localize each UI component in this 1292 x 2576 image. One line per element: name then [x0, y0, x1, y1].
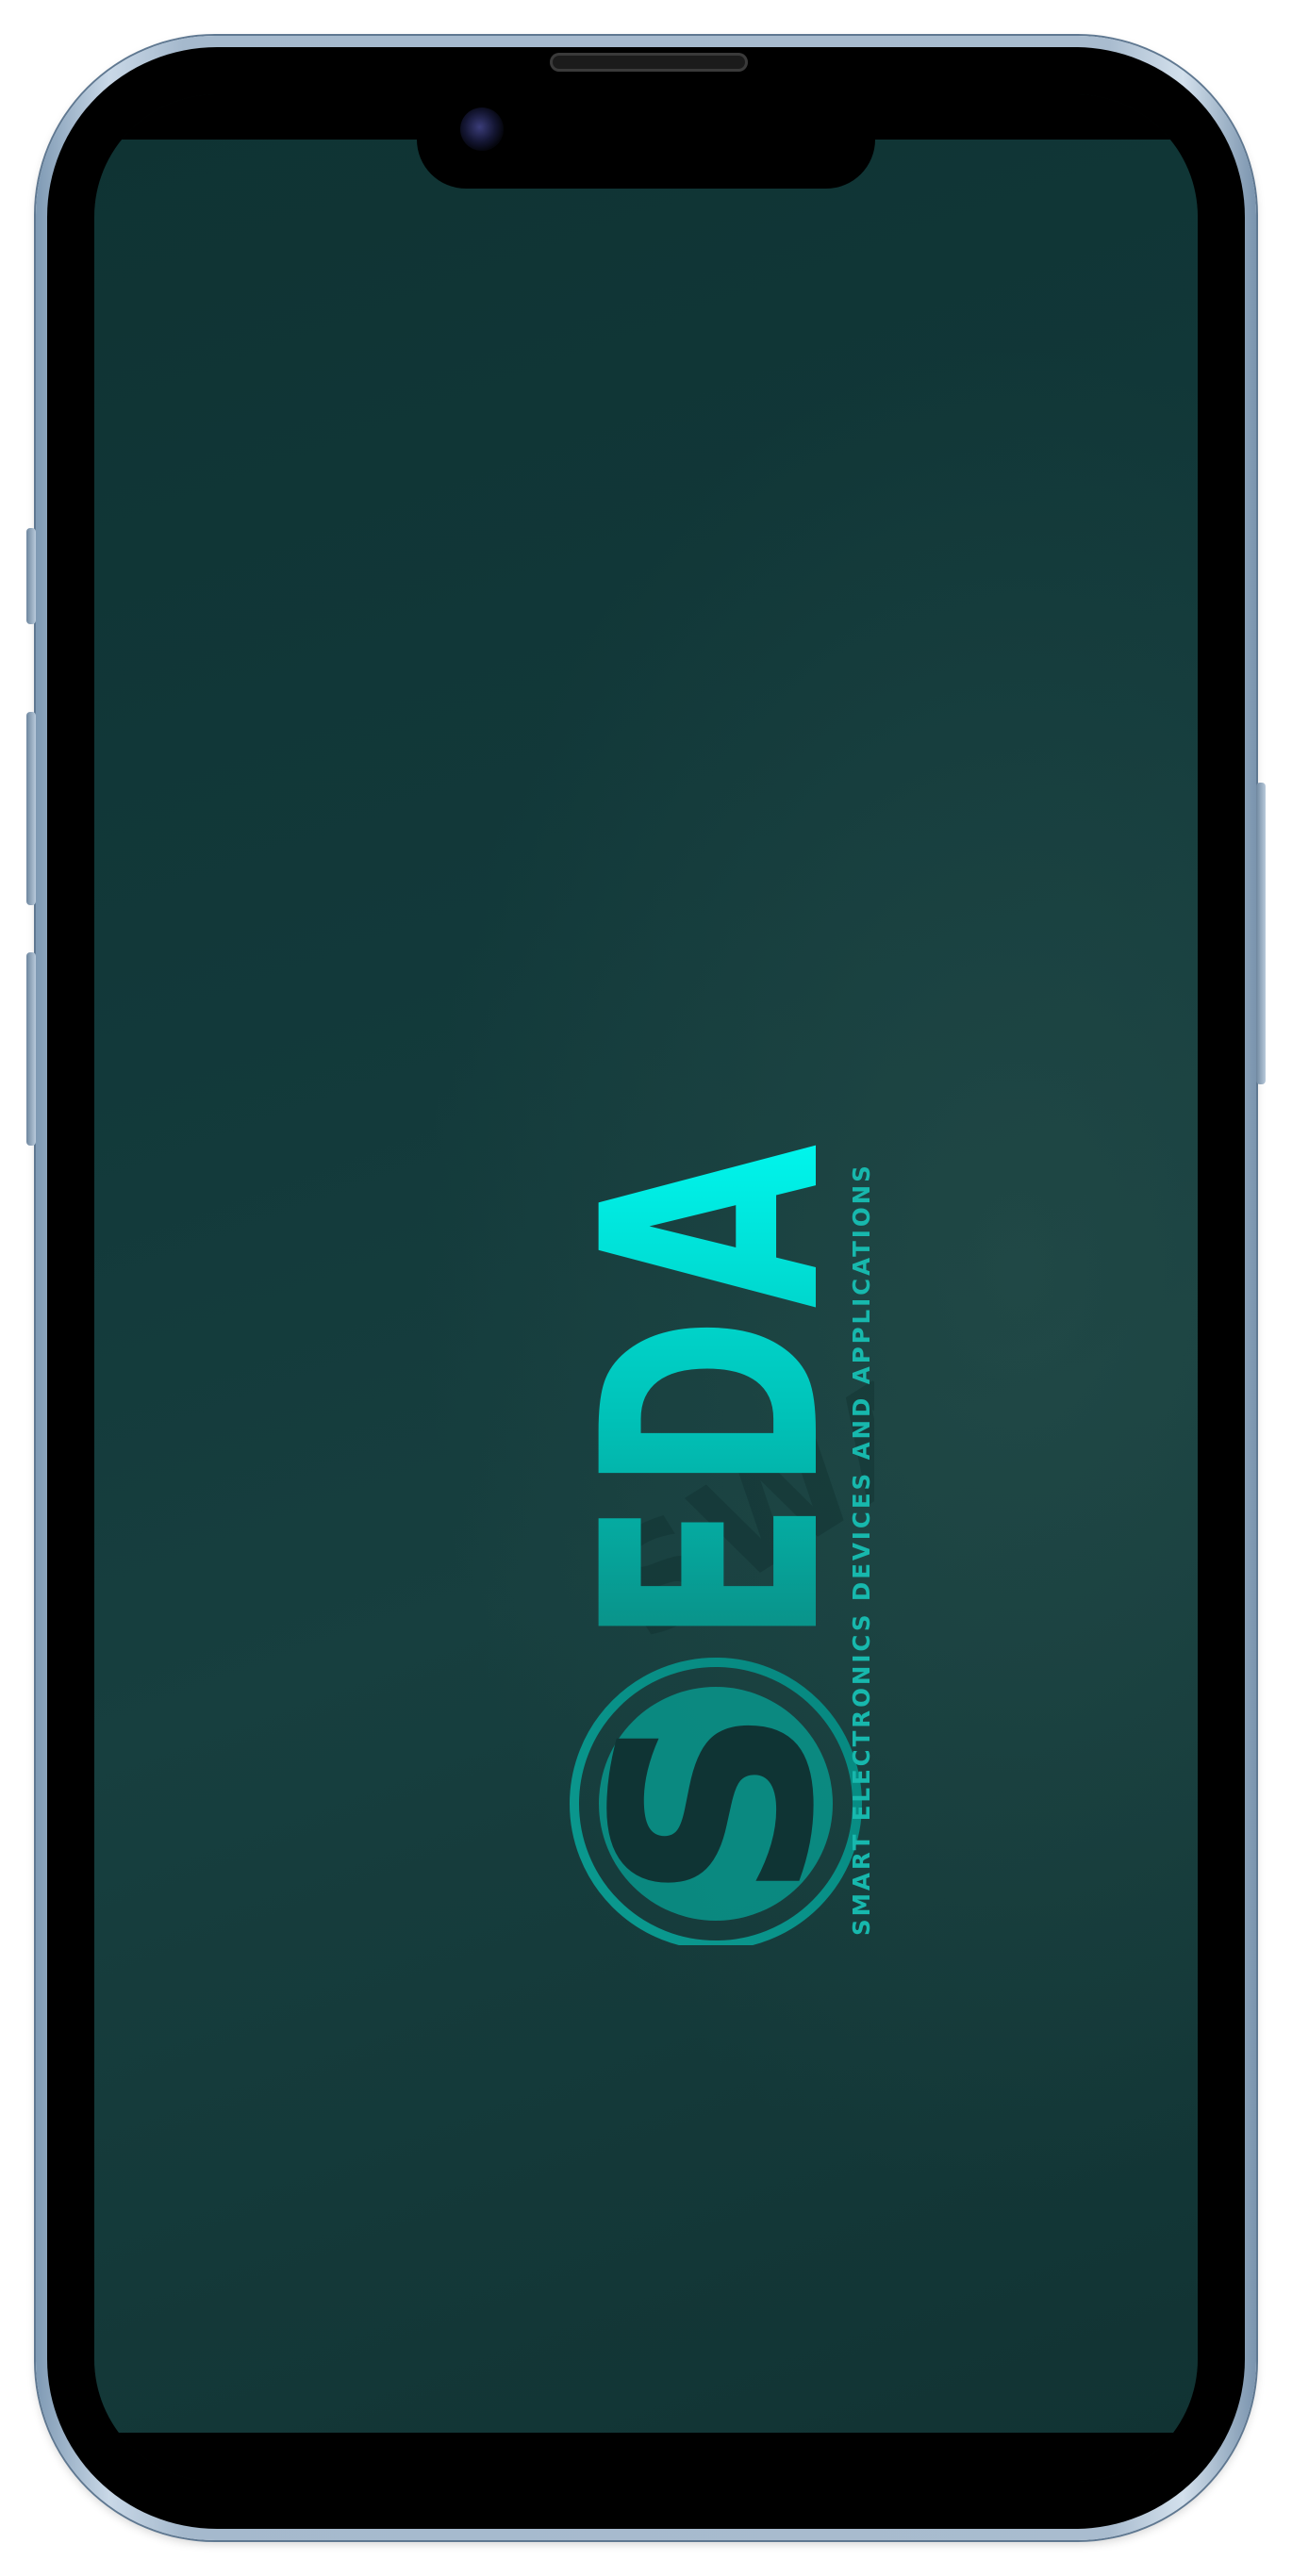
- brand-initial: S: [563, 1706, 874, 1903]
- device-mockup: SWAVRMS S EDA SMART ELECTRONICS DEVICES …: [0, 0, 1292, 2576]
- brand-name: EDA: [563, 1136, 874, 1645]
- volume-down-button: [26, 952, 36, 1146]
- brand-tagline: SMART ELECTRONICS DEVICES AND APPLICATIO…: [848, 1163, 874, 1936]
- power-button: [1256, 783, 1266, 1084]
- logo-graphic: SWAVRMS S EDA SMART ELECTRONICS DEVICES …: [563, 1083, 874, 1945]
- silent-switch: [26, 528, 36, 624]
- screen: SWAVRMS S EDA SMART ELECTRONICS DEVICES …: [94, 94, 1198, 2482]
- earpiece-speaker: [550, 53, 748, 72]
- home-indicator-area: [94, 2433, 1198, 2482]
- volume-up-button: [26, 712, 36, 905]
- circled-s-icon: S: [563, 1658, 874, 1945]
- seda-logo: SWAVRMS S EDA SMART ELECTRONICS DEVICES …: [563, 889, 874, 1945]
- camera-icon: [460, 107, 504, 151]
- splash-screen: SWAVRMS S EDA SMART ELECTRONICS DEVICES …: [94, 140, 1198, 2433]
